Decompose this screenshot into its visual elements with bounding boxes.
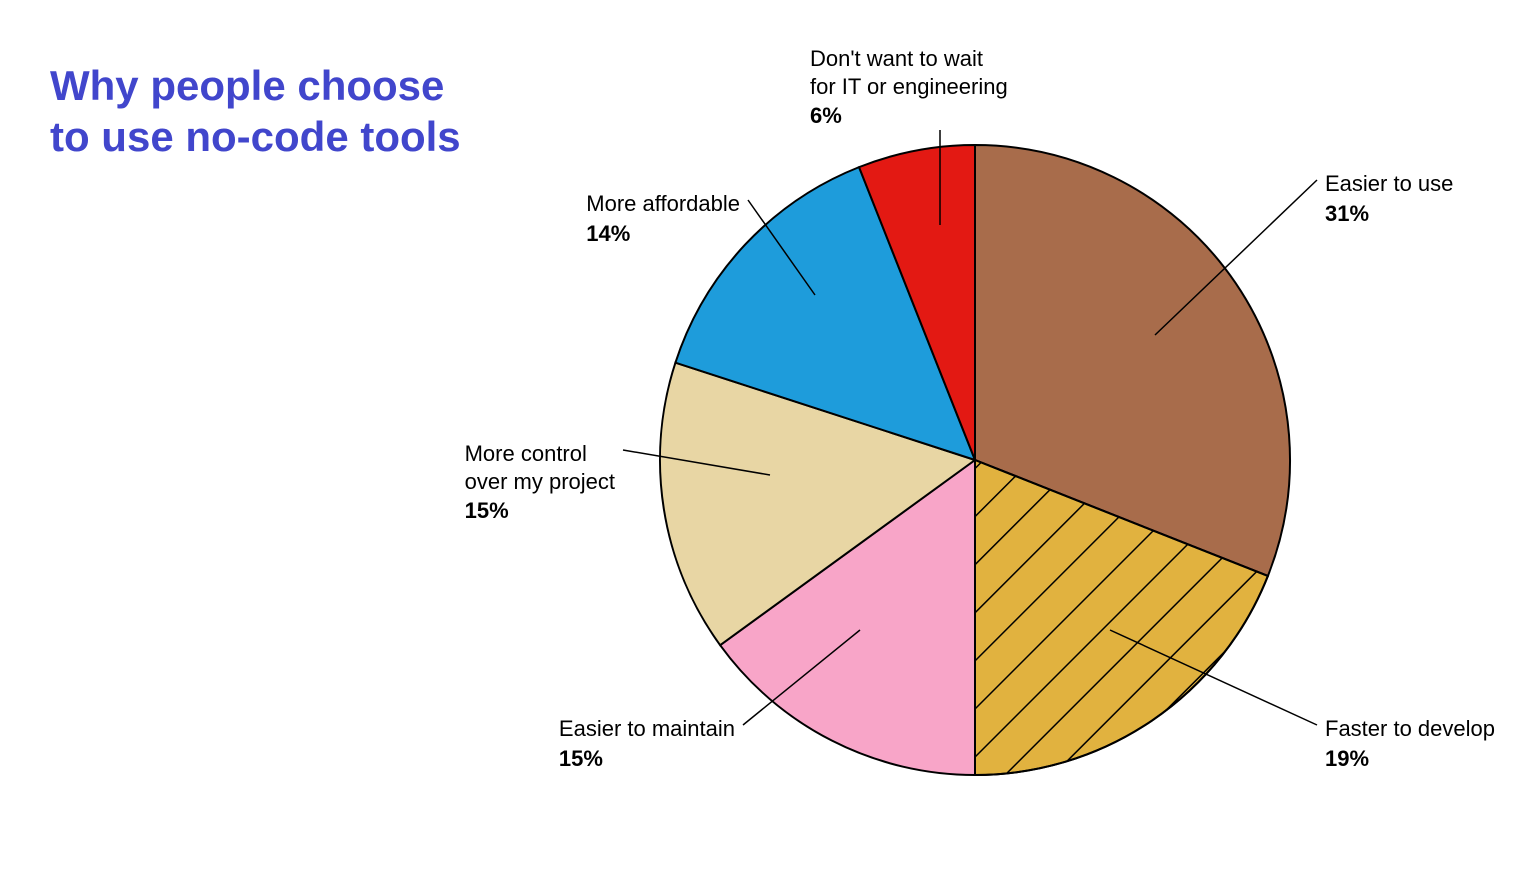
slice-label-pct: 6%	[810, 102, 1008, 130]
slice-label: Don't want to waitfor IT or engineering6…	[810, 45, 1008, 130]
slice-label-text: Faster to develop	[1325, 715, 1495, 743]
slice-label-text: Easier to use	[1325, 170, 1453, 198]
slice-label: Faster to develop19%	[1325, 715, 1495, 772]
chart-title-line1: Why people choose	[50, 62, 444, 109]
slice-label-text: Easier to maintain	[559, 715, 735, 743]
slice-label-text: More controlover my project	[465, 440, 615, 495]
slice-label-text: Don't want to waitfor IT or engineering	[810, 45, 1008, 100]
slice-label-pct: 31%	[1325, 200, 1453, 228]
slice-label-pct: 19%	[1325, 745, 1495, 773]
slice-label-pct: 15%	[465, 497, 615, 525]
slice-label-pct: 14%	[586, 220, 740, 248]
slice-label: Easier to use31%	[1325, 170, 1453, 227]
slice-label: Easier to maintain15%	[559, 715, 735, 772]
slice-label: More controlover my project15%	[465, 440, 615, 525]
chart-title: Why people choose to use no-code tools	[50, 60, 461, 162]
chart-stage: Why people choose to use no-code tools E…	[0, 0, 1536, 873]
chart-title-line2: to use no-code tools	[50, 113, 461, 160]
slice-label-text: More affordable	[586, 190, 740, 218]
slice-label-pct: 15%	[559, 745, 735, 773]
slice-label: More affordable14%	[586, 190, 740, 247]
